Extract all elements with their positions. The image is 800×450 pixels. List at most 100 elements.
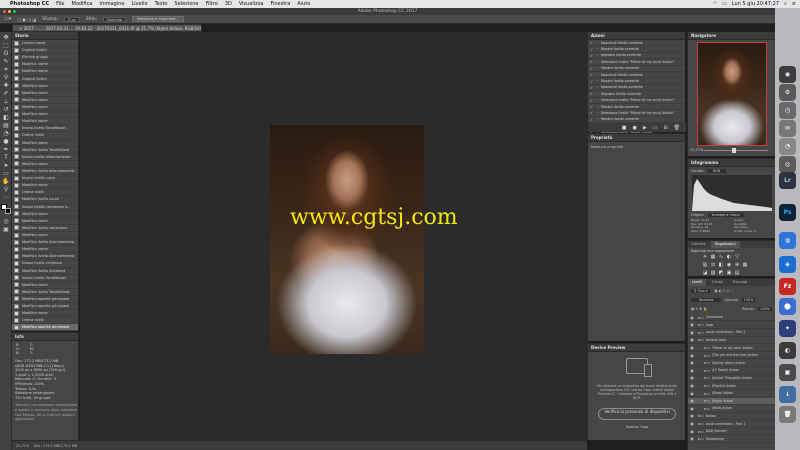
layer-group-folder-icon[interactable]: ▸▭: [704, 375, 710, 380]
dock-app-icon-3[interactable]: ◷: [779, 102, 796, 119]
actions-panel-title[interactable]: Azioni: [588, 32, 685, 40]
gradient-tool-icon[interactable]: ▤: [2, 122, 10, 129]
dock-app-icon-8[interactable]: ◈: [779, 256, 796, 273]
action-enabled-check-icon[interactable]: ✓: [588, 91, 595, 96]
action-enabled-check-icon[interactable]: ✓: [588, 53, 595, 58]
layer-visibility-eye-icon[interactable]: ◉: [688, 353, 696, 358]
layer-visibility-eye-icon[interactable]: ◉: [688, 383, 696, 388]
layer-filter-icons[interactable]: ▣ ◐ T ▭ ⬚: [714, 289, 733, 293]
shape-tool-icon[interactable]: ▭: [2, 170, 10, 177]
marquee-tool-icon[interactable]: ⬚: [2, 42, 10, 49]
action-enabled-check-icon[interactable]: ✓: [588, 66, 595, 71]
dock-app-icon-7[interactable]: ◍: [779, 232, 796, 249]
menu-app-name[interactable]: Photoshop CC: [10, 1, 49, 7]
history-item[interactable]: Modifica livello curve: [12, 196, 78, 204]
brightness-icon[interactable]: ☀: [702, 254, 708, 260]
history-item[interactable]: Modifica livello vividezza: [12, 268, 78, 275]
history-item[interactable]: Modifica livello bilanciamento: [12, 168, 78, 176]
color-balance-icon[interactable]: ⚖: [710, 262, 716, 268]
action-enabled-check-icon[interactable]: ✓: [588, 110, 595, 115]
threshold-icon[interactable]: ◩: [718, 270, 724, 276]
history-item[interactable]: Modifica nome: [12, 218, 78, 225]
blend-mode-select[interactable]: Normale: [691, 297, 722, 302]
layer-group-folder-icon[interactable]: ▸▭: [698, 315, 704, 320]
menu-edit[interactable]: Modifica: [72, 1, 93, 7]
new-action-icon[interactable]: ⊞: [663, 125, 667, 131]
layer-row[interactable]: ◉ ▸▭ Action: [688, 413, 776, 421]
history-item[interactable]: Duplica livello: [12, 47, 78, 55]
lasso-tool-icon[interactable]: ʘ: [2, 50, 10, 57]
history-item[interactable]: Ordine livelli: [12, 132, 78, 140]
dock-app-icon-4[interactable]: ✉: [779, 120, 796, 137]
document-image[interactable]: [270, 125, 424, 354]
layer-visibility-eye-icon[interactable]: ◉: [688, 413, 696, 418]
device-preview-title[interactable]: Device Preview: [588, 344, 685, 352]
lightroom-icon[interactable]: Lr: [779, 172, 796, 189]
layer-visibility-eye-icon[interactable]: ◉: [688, 345, 696, 350]
layer-visibility-eye-icon[interactable]: ◉: [688, 330, 696, 335]
layer-row[interactable]: ◉ ▸▭ Local corrections - Part 2: [688, 329, 776, 337]
action-enabled-check-icon[interactable]: ✓: [588, 72, 595, 77]
quick-mask-icon[interactable]: ◎: [2, 218, 10, 225]
history-item[interactable]: Modifica nome: [12, 118, 78, 126]
dock-app-icon-6[interactable]: ◎: [779, 156, 796, 173]
history-item[interactable]: Modifica nome: [12, 111, 78, 119]
layer-group-folder-icon[interactable]: ▸▭: [698, 322, 704, 327]
exposure-icon[interactable]: ◐: [726, 254, 732, 260]
layer-visibility-eye-icon[interactable]: ◉: [688, 368, 696, 373]
layer-group-folder-icon[interactable]: ▸▭: [698, 413, 704, 418]
layer-group-folder-icon[interactable]: ▸▭: [698, 330, 704, 335]
invert-icon[interactable]: ◪: [702, 270, 708, 276]
layer-row[interactable]: ◉ ▸▭ Logo: [688, 322, 776, 329]
layer-group-folder-icon[interactable]: ▸▭: [698, 429, 704, 434]
history-item[interactable]: Modifica nome: [12, 104, 78, 112]
action-enabled-check-icon[interactable]: ✓: [588, 40, 595, 45]
zoom-window-icon[interactable]: [13, 10, 16, 13]
layer-visibility-eye-icon[interactable]: ◉: [688, 429, 696, 434]
zoom-tool-icon[interactable]: ⚲: [2, 186, 10, 193]
more-tools-icon[interactable]: ⋯: [2, 194, 10, 201]
search-icon[interactable]: ⌕: [784, 1, 787, 7]
dock-app-icon-9[interactable]: ⬤: [779, 298, 796, 315]
status-doc-size[interactable]: Doc: 173,2 MB/173,2 MB: [34, 444, 77, 448]
histogram-channel-select[interactable]: RGB: [706, 169, 727, 173]
layer-row[interactable]: ◉ ▸▭ Local corrections - Part 1: [688, 420, 776, 428]
background-color-swatch[interactable]: [5, 208, 11, 214]
hue-saturation-icon[interactable]: ▥: [702, 262, 708, 268]
filezilla-icon[interactable]: Fz: [779, 278, 796, 295]
history-item[interactable]: Nuovo livello vividezza: [12, 260, 78, 268]
play-icon[interactable]: ▶: [643, 125, 647, 131]
info-panel-title[interactable]: Info: [12, 333, 78, 341]
menu-image[interactable]: Immagine: [99, 1, 124, 7]
levels-icon[interactable]: ▦: [710, 254, 716, 260]
layer-row[interactable]: ◉ ▸▭ "Mirror of my soul) Action: [688, 344, 776, 352]
trash-icon[interactable]: 🗑: [779, 406, 796, 423]
path-select-tool-icon[interactable]: ➤: [2, 162, 10, 169]
lock-icons[interactable]: ▦ ✎ ✥ 🔒: [691, 307, 707, 311]
clock[interactable]: Lun 5 giu 20:47:27: [732, 1, 779, 7]
clone-stamp-tool-icon[interactable]: ⊥: [2, 98, 10, 105]
history-item[interactable]: Livello nuovo: [12, 40, 78, 48]
close-tab-icon[interactable]: ×: [19, 26, 22, 31]
minimize-window-icon[interactable]: [8, 10, 11, 13]
history-item[interactable]: Modifica opacità principale: [12, 296, 78, 304]
menu-type[interactable]: Testo: [155, 1, 168, 7]
screen-mode-icon[interactable]: ▣: [2, 226, 10, 233]
history-item[interactable]: Modifica livello Tonalità/sat.: [12, 147, 78, 154]
layer-visibility-eye-icon[interactable]: ◉: [688, 360, 696, 365]
action-enabled-check-icon[interactable]: ✓: [588, 98, 595, 103]
menu-list-icon[interactable]: ≡: [792, 1, 796, 7]
menu-window[interactable]: Finestra: [270, 1, 290, 7]
properties-panel-title[interactable]: Proprietà: [588, 134, 685, 142]
history-item[interactable]: Nuovo livello Tonalità/sat.: [12, 125, 78, 133]
channel-mixer-icon[interactable]: ⊕: [734, 262, 740, 268]
layer-visibility-eye-icon[interactable]: ◉: [688, 337, 696, 342]
layer-row[interactable]: ◉ ▸▭ Correzione: [688, 314, 776, 322]
dock-app-icon-5[interactable]: ◔: [779, 138, 796, 155]
history-item[interactable]: Modifica livello bilanciamento: [12, 239, 78, 247]
tab-paths[interactable]: Tracciati: [728, 279, 751, 286]
action-enabled-check-icon[interactable]: ✓: [588, 79, 595, 84]
histogram-source-select[interactable]: Immagine intera: [707, 213, 744, 217]
photoshop-icon[interactable]: Ps: [779, 204, 796, 221]
layer-group-folder-icon[interactable]: ▸▭: [704, 345, 710, 350]
